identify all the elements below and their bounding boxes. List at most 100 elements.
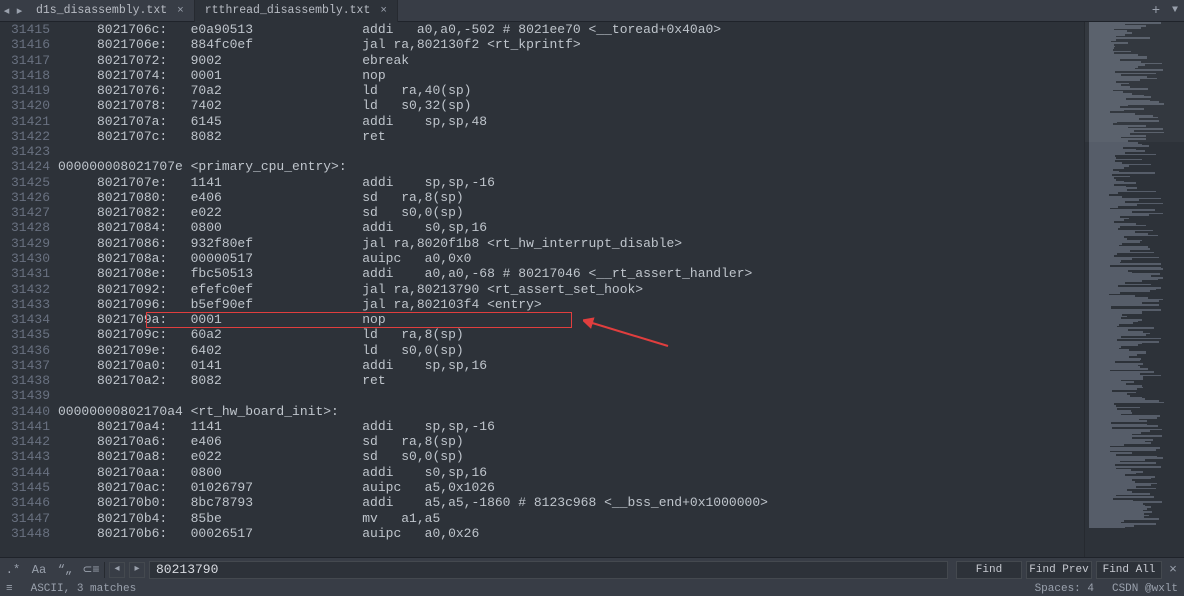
line-gutter: 3141531416314173141831419314203142131422…: [0, 22, 58, 557]
search-input[interactable]: [149, 561, 948, 579]
status-spaces[interactable]: Spaces: 4: [1035, 583, 1094, 595]
code-line[interactable]: 802170b6: 00026517 auipc a0,0x26: [58, 526, 1084, 541]
line-number: 31444: [0, 465, 50, 480]
menu-icon[interactable]: [6, 583, 13, 595]
code-line[interactable]: 80217074: 0001 nop: [58, 68, 1084, 83]
code-line[interactable]: 80217086: 932f80ef jal ra,8020f1b8 <rt_h…: [58, 236, 1084, 251]
line-number: 31429: [0, 236, 50, 251]
find-next-nav-icon[interactable]: ▸: [129, 562, 145, 578]
line-number: 31420: [0, 98, 50, 113]
tab-menu-icon[interactable]: ▼: [1166, 5, 1184, 16]
code-line[interactable]: 80217092: efefc0ef jal ra,80213790 <rt_a…: [58, 282, 1084, 297]
find-all-button[interactable]: Find All: [1096, 561, 1162, 579]
line-number: 31419: [0, 83, 50, 98]
divider: [104, 562, 105, 578]
whole-word-icon[interactable]: “„: [52, 563, 78, 577]
close-search-icon[interactable]: ×: [1162, 562, 1184, 577]
code-line[interactable]: 80217072: 9002 ebreak: [58, 53, 1084, 68]
editor-area: 3141531416314173141831419314203142131422…: [0, 22, 1184, 557]
code-line[interactable]: 80217080: e406 sd ra,8(sp): [58, 190, 1084, 205]
line-number: 31440: [0, 404, 50, 419]
line-number: 31430: [0, 251, 50, 266]
code-line[interactable]: 802170a8: e022 sd s0,0(sp): [58, 449, 1084, 464]
line-number: 31435: [0, 327, 50, 342]
line-number: 31441: [0, 419, 50, 434]
status-matches: ASCII, 3 matches: [31, 583, 137, 595]
status-bar: ASCII, 3 matches Spaces: 4 CSDN @wxlt: [0, 581, 1184, 596]
line-number: 31428: [0, 220, 50, 235]
line-number: 31417: [0, 53, 50, 68]
search-bar: .* Aa “„ ⊂≡ ◂ ▸ Find Find Prev Find All …: [0, 557, 1184, 581]
code-line[interactable]: 8021706e: 884fc0ef jal ra,802130f2 <rt_k…: [58, 37, 1084, 52]
line-number: 31424: [0, 159, 50, 174]
code-line[interactable]: 802170b4: 85be mv a1,a5: [58, 511, 1084, 526]
minimap[interactable]: [1084, 22, 1184, 557]
line-number: 31434: [0, 312, 50, 327]
line-number: 31427: [0, 205, 50, 220]
find-prev-nav-icon[interactable]: ◂: [109, 562, 125, 578]
new-tab-icon[interactable]: +: [1146, 3, 1166, 19]
code-line[interactable]: 80217082: e022 sd s0,0(sp): [58, 205, 1084, 220]
code-line[interactable]: 8021708a: 00000517 auipc a0,0x0: [58, 251, 1084, 266]
find-prev-button[interactable]: Find Prev: [1026, 561, 1092, 579]
line-number: 31448: [0, 526, 50, 541]
regex-icon[interactable]: .*: [0, 563, 26, 577]
line-number: 31437: [0, 358, 50, 373]
line-number: 31431: [0, 266, 50, 281]
code-line[interactable]: 802170a0: 0141 addi sp,sp,16: [58, 358, 1084, 373]
line-number: 31425: [0, 175, 50, 190]
close-icon[interactable]: ×: [380, 5, 387, 17]
line-number: 31438: [0, 373, 50, 388]
code-line[interactable]: 8021708e: fbc50513 addi a0,a0,-68 # 8021…: [58, 266, 1084, 281]
code-line[interactable]: 802170ac: 01026797 auipc a5,0x1026: [58, 480, 1084, 495]
in-selection-icon[interactable]: ⊂≡: [78, 562, 104, 577]
code-line[interactable]: 8021709c: 60a2 ld ra,8(sp): [58, 327, 1084, 342]
line-number: 31443: [0, 449, 50, 464]
line-number: 31446: [0, 495, 50, 510]
line-number: 31426: [0, 190, 50, 205]
nav-back-icon[interactable]: ◂: [0, 4, 13, 18]
code-line[interactable]: 8021706c: e0a90513 addi a0,a0,-502 # 802…: [58, 22, 1084, 37]
line-number: 31422: [0, 129, 50, 144]
code-line[interactable]: 000000008021707e <primary_cpu_entry>:: [58, 159, 1084, 174]
tab-label: d1s_disassembly.txt: [36, 4, 167, 17]
line-number: 31433: [0, 297, 50, 312]
line-number: 31415: [0, 22, 50, 37]
line-number: 31439: [0, 388, 50, 403]
code-line[interactable]: 8021707c: 8082 ret: [58, 129, 1084, 144]
code-line[interactable]: 8021707e: 1141 addi sp,sp,-16: [58, 175, 1084, 190]
line-number: 31442: [0, 434, 50, 449]
find-button[interactable]: Find: [956, 561, 1022, 579]
code-line[interactable]: 80217078: 7402 ld s0,32(sp): [58, 98, 1084, 113]
line-number: 31416: [0, 37, 50, 52]
code-line[interactable]: 80217096: b5ef90ef jal ra,802103f4 <entr…: [58, 297, 1084, 312]
line-number: 31423: [0, 144, 50, 159]
code-line[interactable]: 802170a6: e406 sd ra,8(sp): [58, 434, 1084, 449]
code-line[interactable]: 8021707a: 6145 addi sp,sp,48: [58, 114, 1084, 129]
code-line[interactable]: 8021709e: 6402 ld s0,0(sp): [58, 343, 1084, 358]
line-number: 31436: [0, 343, 50, 358]
close-icon[interactable]: ×: [177, 5, 184, 17]
code-line[interactable]: [58, 388, 1084, 403]
code-line[interactable]: 80217084: 0800 addi s0,sp,16: [58, 220, 1084, 235]
line-number: 31447: [0, 511, 50, 526]
line-number: 31421: [0, 114, 50, 129]
watermark: CSDN @wxlt: [1112, 583, 1178, 595]
code-line[interactable]: 802170a2: 8082 ret: [58, 373, 1084, 388]
tab-inactive[interactable]: d1s_disassembly.txt ×: [26, 0, 195, 22]
minimap-viewport[interactable]: [1085, 22, 1184, 142]
line-number: 31445: [0, 480, 50, 495]
nav-forward-icon[interactable]: ▸: [13, 4, 26, 18]
code-line[interactable]: 80217076: 70a2 ld ra,40(sp): [58, 83, 1084, 98]
tab-bar: ◂ ▸ d1s_disassembly.txt × rtthread_disas…: [0, 0, 1184, 22]
code-line[interactable]: 802170aa: 0800 addi s0,sp,16: [58, 465, 1084, 480]
line-number: 31418: [0, 68, 50, 83]
tab-active[interactable]: rtthread_disassembly.txt ×: [195, 0, 398, 22]
code-view[interactable]: 8021706c: e0a90513 addi a0,a0,-502 # 802…: [58, 22, 1084, 557]
case-icon[interactable]: Aa: [26, 563, 52, 577]
code-line[interactable]: 00000000802170a4 <rt_hw_board_init>:: [58, 404, 1084, 419]
code-line[interactable]: 802170b0: 8bc78793 addi a5,a5,-1860 # 81…: [58, 495, 1084, 510]
code-line[interactable]: 8021709a: 0001 nop: [58, 312, 1084, 327]
code-line[interactable]: 802170a4: 1141 addi sp,sp,-16: [58, 419, 1084, 434]
code-line[interactable]: [58, 144, 1084, 159]
